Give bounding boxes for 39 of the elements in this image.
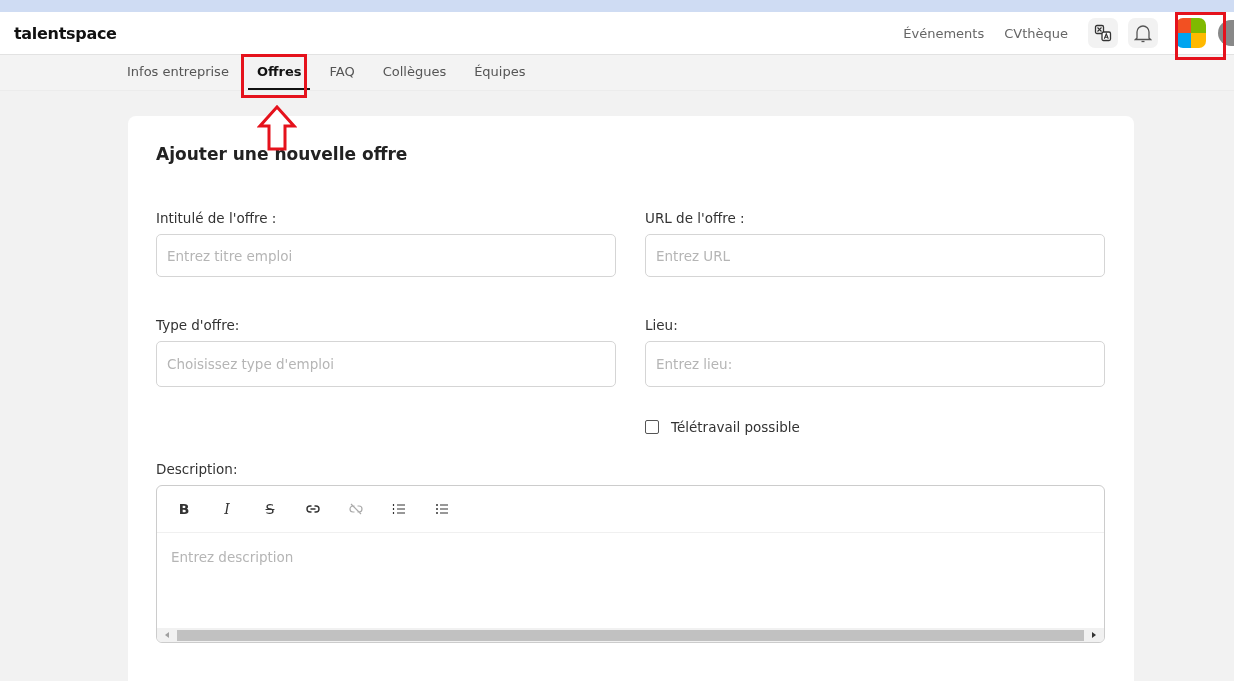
input-field[interactable]: Entrez URL <box>645 234 1105 277</box>
bullet-list-icon <box>435 502 449 516</box>
italic-button[interactable]: I <box>212 497 242 521</box>
tab[interactable]: Équipes <box>465 55 535 90</box>
numbered-list-icon <box>392 502 406 516</box>
field-label: Intitulé de l'offre : <box>156 210 278 226</box>
highlight-annotation <box>241 54 307 98</box>
scroll-right-icon[interactable] <box>1090 631 1098 639</box>
scrollbar-thumb[interactable] <box>177 629 1084 641</box>
unlink-icon <box>349 502 363 516</box>
tab[interactable]: Offres <box>247 55 311 90</box>
link-icon <box>306 502 320 516</box>
field-label: URL de l'offre : <box>645 210 746 226</box>
bell-icon <box>1134 23 1152 43</box>
input-field[interactable]: Choisissez type d'emploi <box>156 341 616 387</box>
bold-button[interactable]: B <box>169 497 199 521</box>
input-field[interactable]: Entrez lieu: <box>645 341 1105 387</box>
input-field[interactable]: Entrez titre emploi <box>156 234 616 277</box>
field-label: Description: <box>156 461 239 477</box>
nav-link[interactable]: CVthèque <box>1004 25 1068 41</box>
tab[interactable]: FAQ <box>320 55 364 90</box>
tab[interactable]: Infos entreprise <box>118 55 238 90</box>
logo[interactable]: talentspace <box>14 23 117 43</box>
strike-button[interactable]: S <box>255 497 285 521</box>
field-label: Type d'offre: <box>156 317 241 333</box>
field-label: Lieu: <box>645 317 679 333</box>
translate-button[interactable] <box>1088 18 1118 48</box>
notifications-button[interactable] <box>1128 18 1158 48</box>
translate-icon <box>1094 24 1112 42</box>
tab[interactable]: Collègues <box>373 55 456 90</box>
highlight-annotation <box>1175 12 1226 60</box>
checkbox[interactable] <box>645 420 659 434</box>
scroll-left-icon[interactable] <box>163 631 171 639</box>
description-editor[interactable]: B I S Entrez description <box>156 485 1105 643</box>
app-logo-icon[interactable] <box>1176 18 1206 48</box>
horizontal-scrollbar[interactable] <box>157 628 1104 642</box>
form-title: Ajouter une nouvelle offre <box>156 144 409 164</box>
checkbox-label: Télétravail possible <box>671 419 800 435</box>
nav-link[interactable]: Événements <box>903 25 985 41</box>
